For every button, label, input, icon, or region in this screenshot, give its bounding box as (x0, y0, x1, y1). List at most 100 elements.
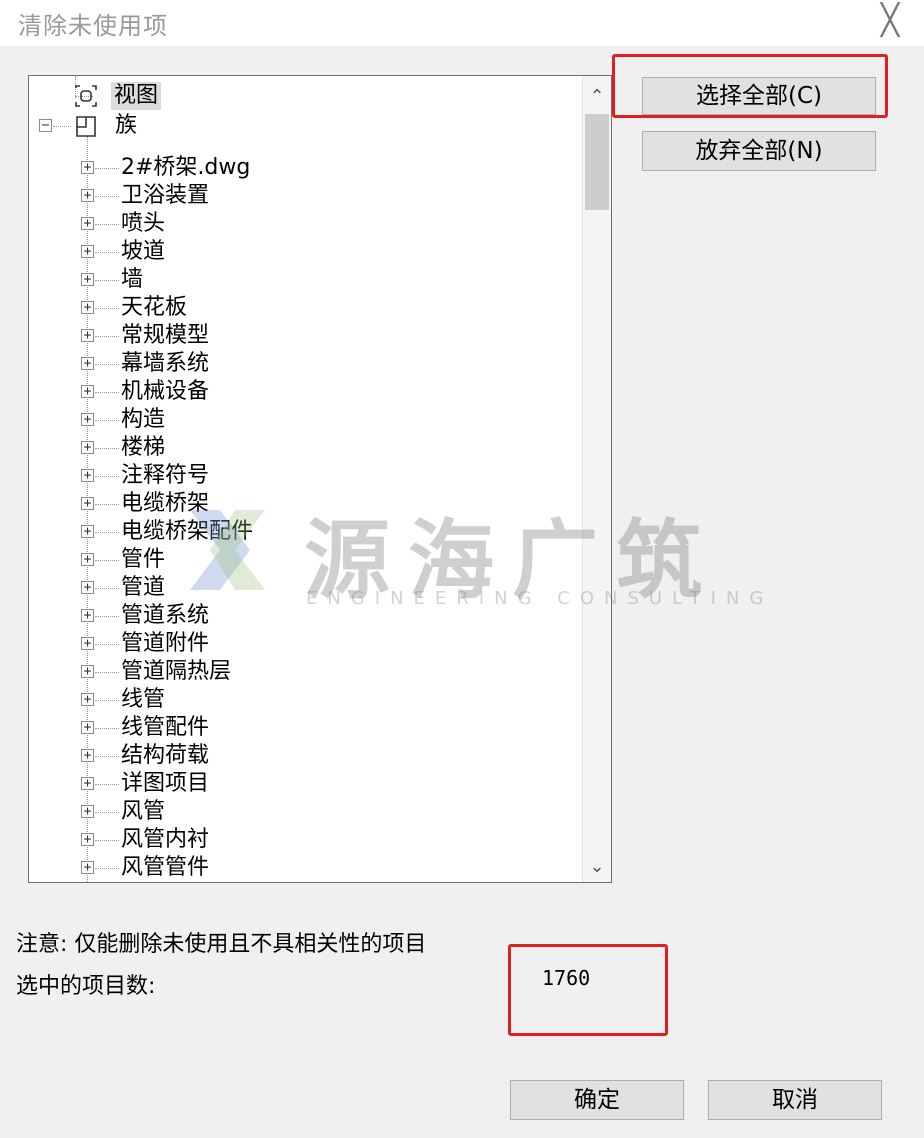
tree-connector (95, 840, 119, 841)
tree-item-child[interactable]: + 管道系统 (29, 602, 585, 630)
tree-item-child[interactable]: + 卫浴装置 (29, 182, 585, 210)
expand-icon[interactable]: + (81, 245, 94, 258)
tree-item-child[interactable]: + 详图项目 (29, 770, 585, 798)
tree-connector (95, 168, 119, 169)
tree-item-label: 管道隔热层 (121, 659, 232, 684)
expand-icon[interactable]: + (81, 273, 94, 286)
tree-item-label: 楼梯 (121, 435, 166, 460)
tree-item-child[interactable]: + 喷头 (29, 210, 585, 238)
tree-connector (95, 756, 119, 757)
note-text: 注意: 仅能删除未使用且不具相关性的项目 (16, 932, 427, 957)
tree-connector (95, 280, 119, 281)
tree-item-label: 线管配件 (121, 715, 210, 740)
tree-item-label: 机械设备 (121, 379, 210, 404)
tree-connector (95, 308, 119, 309)
expand-icon[interactable]: + (81, 637, 94, 650)
deselect-all-button[interactable]: 放弃全部(N) (642, 131, 876, 171)
expand-icon[interactable]: + (81, 861, 94, 874)
tree-item-view[interactable]: 视图 (29, 82, 585, 110)
expand-icon[interactable]: + (81, 301, 94, 314)
tree-item-label: 电缆桥架 (121, 491, 210, 516)
expand-icon[interactable]: + (81, 609, 94, 622)
tree-item-child[interactable]: + 风管内衬 (29, 826, 585, 854)
expand-icon[interactable]: + (81, 721, 94, 734)
tree-item-child[interactable]: + 线管 (29, 686, 585, 714)
cancel-button[interactable]: 取消 (708, 1080, 882, 1120)
tree-item-label: 卫浴装置 (121, 183, 210, 208)
tree-item-child[interactable]: + 常规模型 (29, 322, 585, 350)
tree-item-child[interactable]: + 管道附件 (29, 630, 585, 658)
expand-icon[interactable]: + (81, 357, 94, 370)
tree-item-child[interactable]: + 结构荷载 (29, 742, 585, 770)
tree-connector (95, 420, 119, 421)
tree-connector (95, 700, 119, 701)
expand-icon[interactable]: + (81, 469, 94, 482)
tree-connector (95, 728, 119, 729)
tree-item-child[interactable]: +2#桥架.dwg (29, 154, 585, 182)
collapse-icon[interactable]: − (39, 119, 52, 132)
tree-item-label: 坡道 (121, 239, 166, 264)
tree-connector (95, 672, 119, 673)
scroll-down-icon[interactable]: ⌄ (583, 852, 611, 882)
tree-item-child[interactable]: + 风管管件 (29, 854, 585, 882)
tree-item-child[interactable]: + 天花板 (29, 294, 585, 322)
purge-tree-panel: 视图 − 族 +2#桥架.dwg + 卫浴装置 + 喷头 + 坡道 + 墙 + 天花板 + 常规模型 + 幕… (28, 75, 612, 883)
tree-item-child[interactable]: + 楼梯 (29, 434, 585, 462)
expand-icon[interactable]: + (81, 525, 94, 538)
expand-icon[interactable]: + (81, 497, 94, 510)
expand-icon[interactable]: + (81, 217, 94, 230)
vertical-scrollbar[interactable]: ⌃ ⌄ (582, 76, 611, 882)
tree-item-label: 视图 (111, 82, 162, 110)
tree-connector (95, 336, 119, 337)
close-icon[interactable]: ╳ (872, 4, 908, 38)
expand-icon[interactable]: + (81, 777, 94, 790)
tree-item-child[interactable]: + 管件 (29, 546, 585, 574)
ok-button[interactable]: 确定 (510, 1080, 684, 1120)
tree-connector (95, 504, 119, 505)
tree-connector (95, 448, 119, 449)
expand-icon[interactable]: + (81, 161, 94, 174)
scroll-thumb[interactable] (585, 114, 609, 210)
tree-item-child[interactable]: +风管系统 (29, 882, 585, 883)
expand-icon[interactable]: + (81, 413, 94, 426)
expand-icon[interactable]: + (81, 581, 94, 594)
tree-item-child[interactable]: + 机械设备 (29, 378, 585, 406)
expand-icon[interactable]: + (81, 805, 94, 818)
tree-item-label: 幕墙系统 (121, 351, 210, 376)
scroll-up-icon[interactable]: ⌃ (583, 82, 611, 112)
selected-count-label: 选中的项目数: (16, 974, 156, 999)
tree-item-child[interactable]: + 电缆桥架 (29, 490, 585, 518)
tree-item-child[interactable]: + 墙 (29, 266, 585, 294)
tree-item-label: 风管 (121, 799, 166, 824)
expand-icon[interactable]: + (81, 441, 94, 454)
tree-item-family[interactable]: − 族 (29, 112, 585, 140)
expand-icon[interactable]: + (81, 385, 94, 398)
tree-item-child[interactable]: + 风管 (29, 798, 585, 826)
expand-icon[interactable]: + (81, 693, 94, 706)
expand-icon[interactable]: + (81, 665, 94, 678)
tree-item-label: 结构荷载 (121, 743, 210, 768)
tree-item-child[interactable]: + 坡道 (29, 238, 585, 266)
tree-connector (95, 392, 119, 393)
tree-item-label: 2#桥架.dwg (121, 155, 251, 180)
tree-connector (95, 252, 119, 253)
expand-icon[interactable]: + (81, 833, 94, 846)
tree-item-label: 管道系统 (121, 603, 210, 628)
tree-item-child[interactable]: + 管道 (29, 574, 585, 602)
tree-item-label: 常规模型 (121, 323, 210, 348)
tree-item-label: 墙 (121, 267, 144, 292)
expand-icon[interactable]: + (81, 749, 94, 762)
expand-icon[interactable]: + (81, 189, 94, 202)
tree-item-child[interactable]: + 电缆桥架配件 (29, 518, 585, 546)
tree-item-label: 线管 (121, 687, 166, 712)
expand-icon[interactable]: + (81, 553, 94, 566)
tree-item-label: 风管管件 (121, 855, 210, 880)
tree-item-label: 注释符号 (121, 463, 210, 488)
tree-connector (95, 364, 119, 365)
tree-item-child[interactable]: + 幕墙系统 (29, 350, 585, 378)
tree-item-child[interactable]: + 构造 (29, 406, 585, 434)
tree-item-child[interactable]: + 管道隔热层 (29, 658, 585, 686)
tree-item-child[interactable]: + 注释符号 (29, 462, 585, 490)
tree-item-child[interactable]: + 线管配件 (29, 714, 585, 742)
expand-icon[interactable]: + (81, 329, 94, 342)
